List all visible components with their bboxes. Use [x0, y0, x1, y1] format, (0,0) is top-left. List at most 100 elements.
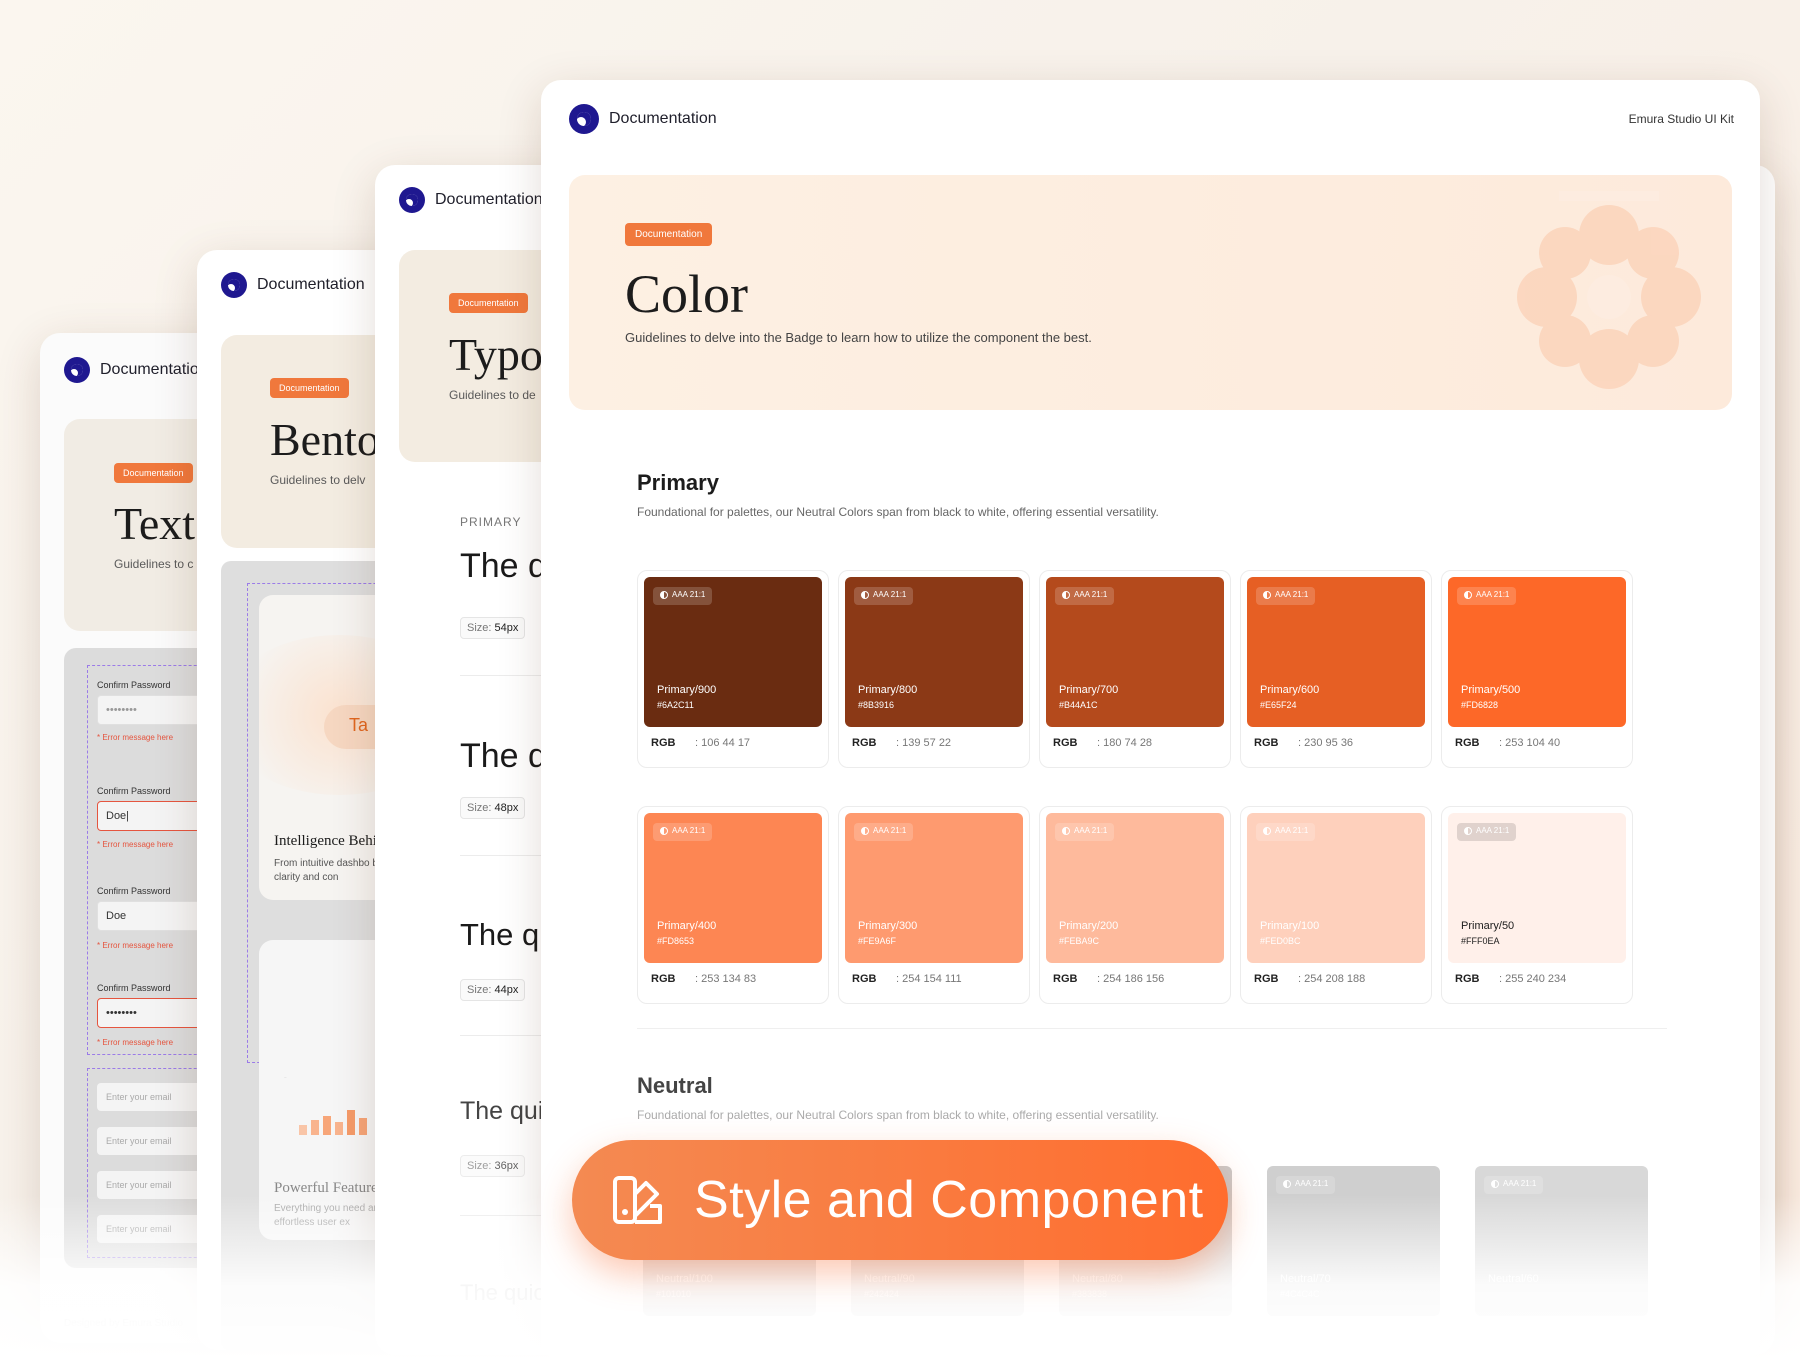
rgb-value-row: RGB: 106 44 17 [651, 737, 751, 749]
swatch-card[interactable]: AAA 21:1 Neutral/70 #4C4C4C [1267, 1166, 1452, 1360]
doc-badge: Documentation [270, 378, 349, 398]
logo-icon [221, 272, 247, 298]
hero-subtitle: Guidelines to delv [270, 473, 366, 487]
contrast-badge: AAA 21:1 [1484, 1176, 1544, 1194]
footer-credit: Designed by Emura Studio [64, 1318, 183, 1329]
nav-title[interactable]: Documentation [609, 110, 717, 128]
color-swatch: AAA 21:1 Primary/800 #8B3916 [845, 577, 1023, 727]
contrast-icon [1062, 591, 1070, 599]
rgb-value-row: RGB: 139 57 22 [852, 737, 952, 749]
contrast-icon [1283, 1180, 1291, 1188]
contrast-badge: AAA 21:1 [854, 587, 914, 605]
brand-name: Emura Studio UI Kit [1628, 112, 1734, 126]
swatch-name: Neutral/90 [864, 1273, 915, 1285]
color-swatch: AAA 21:1 Primary/50 #FFF0EA [1448, 813, 1626, 963]
swatch-hex: #383838 [1072, 1289, 1108, 1299]
color-swatch: AAA 21:1 Neutral/60 [1475, 1166, 1648, 1316]
swatch-hex: #B44A1C [1059, 700, 1098, 710]
contrast-icon [1491, 1180, 1499, 1188]
swatch-card[interactable]: AAA 21:1 Primary/600 #E65F24 RGB: 230 95 36 [1240, 570, 1432, 768]
error-text: * Error message here [97, 941, 174, 950]
logo-icon [64, 357, 90, 383]
swatch-name: Neutral/60 [1488, 1273, 1539, 1285]
swatch-name: Primary/500 [1461, 684, 1521, 696]
section-desc-neutral: Foundational for palettes, our Neutral C… [637, 1108, 1159, 1122]
field-label: Confirm Password [97, 886, 171, 896]
contrast-icon [1464, 591, 1472, 599]
error-text: * Error message here [97, 840, 174, 849]
hero-title: Color [625, 264, 749, 324]
doc-badge: Documentation [625, 223, 713, 246]
contrast-badge: AAA 21:1 [1055, 587, 1115, 605]
rgb-value-row: RGB: 254 154 111 [852, 973, 962, 985]
hero-banner: Documentation Color Guidelines to delve … [569, 175, 1732, 410]
contrast-badge: AAA 21:1 [1256, 587, 1316, 605]
hero-subtitle: Guidelines to de [449, 388, 536, 402]
swatch-card[interactable]: AAA 21:1 Primary/500 #FD6828 RGB: 253 104 4… [1441, 570, 1633, 768]
rgb-value-row: RGB: 253 134 83 [651, 973, 757, 985]
contrast-icon [861, 827, 869, 835]
contrast-icon [1263, 827, 1271, 835]
swatch-card[interactable]: AAA 21:1 Primary/900 #6A2C11 RGB: 106 44 17 [637, 570, 829, 768]
rgb-value-row: RGB: 230 95 36 [1254, 737, 1354, 749]
banner-text: Style and Component [694, 1171, 1204, 1229]
swatch-card[interactable]: AAA 21:1 Primary/100 #FED0BC RGB: 254 208 1… [1240, 806, 1432, 1004]
doc-badge: Documentation [449, 293, 528, 313]
size-chip: Size: 48px [460, 797, 526, 819]
rgb-value-row: RGB: 254 208 188 [1254, 973, 1366, 985]
nav-title: Documentation [100, 361, 208, 378]
swatch-name: Primary/700 [1059, 684, 1119, 696]
swatch-book-icon [613, 1176, 662, 1224]
error-text: * Error message here [97, 1038, 174, 1047]
logo-icon [399, 187, 425, 213]
size-chip: Size: 44px [460, 979, 526, 1001]
color-swatch: AAA 21:1 Primary/400 #FD8653 [644, 813, 822, 963]
swatch-card[interactable]: AAA 21:1 Primary/200 #FEBA9C RGB: 254 186 1… [1039, 806, 1231, 1004]
swatch-hex: #FD6828 [1461, 700, 1499, 710]
contrast-badge: AAA 21:1 [1457, 823, 1517, 841]
contrast-badge: AAA 21:1 [1276, 1176, 1336, 1194]
swatch-hex: #FD8653 [657, 936, 695, 946]
type-sample: The q [460, 547, 547, 585]
hero-subtitle: Guidelines to c [114, 557, 194, 571]
swatch-card[interactable]: AAA 21:1 Primary/50 #FFF0EA RGB: 255 240 23… [1441, 806, 1633, 1004]
swatch-card[interactable]: AAA 21:1 Neutral/60 [1475, 1166, 1660, 1360]
doc-badge: Documentation [114, 463, 193, 483]
swatch-hex: #101010 [656, 1289, 692, 1299]
swatch-hex: #FEBA9C [1059, 936, 1100, 946]
swatch-name: Neutral/70 [1280, 1273, 1331, 1285]
swatch-card[interactable]: AAA 21:1 Primary/700 #B44A1C RGB: 180 74 28 [1039, 570, 1231, 768]
rgb-value-row: RGB: 180 74 28 [1053, 737, 1153, 749]
swatch-card[interactable]: AAA 21:1 Primary/300 #FE9A6F RGB: 254 154 1… [838, 806, 1030, 1004]
swatch-hex: #6A2C11 [657, 700, 694, 710]
swatch-name: Primary/900 [657, 684, 717, 696]
nav-bar: Documentation [569, 104, 717, 134]
hero-title: Bento [270, 414, 380, 465]
color-swatch: AAA 21:1 Primary/500 #FD6828 [1448, 577, 1626, 727]
rgb-value-row: RGB: 253 104 40 [1455, 737, 1561, 749]
nav-bar: Documentation [399, 187, 543, 213]
swatch-card[interactable]: AAA 21:1 Primary/400 #FD8653 RGB: 253 134 8… [637, 806, 829, 1004]
field-label: Confirm Password [97, 983, 171, 993]
section-title-primary: Primary [637, 470, 719, 495]
contrast-badge: AAA 21:1 [1256, 823, 1316, 841]
section-divider [637, 1028, 1667, 1029]
contrast-icon [1464, 827, 1472, 835]
error-text: * Error message here [97, 733, 174, 742]
swatch-name: Primary/50 [1461, 920, 1515, 932]
swatch-card[interactable]: AAA 21:1 Primary/800 #8B3916 RGB: 139 57 22 [838, 570, 1030, 768]
logo-icon [569, 104, 599, 134]
contrast-badge: AAA 21:1 [653, 823, 713, 841]
swatch-hex: #FFF0EA [1461, 936, 1500, 946]
color-swatch: AAA 21:1 Primary/700 #B44A1C [1046, 577, 1224, 727]
contrast-badge: AAA 21:1 [1457, 587, 1517, 605]
section-label: PRIMARY [460, 515, 522, 529]
contrast-badge: AAA 21:1 [653, 587, 713, 605]
nav-title: Documentation [257, 276, 365, 293]
hero-subtitle: Guidelines to delve into the Badge to le… [625, 330, 1092, 345]
nav-bar: Documentation [64, 357, 208, 383]
rgb-value-row: RGB: 254 186 156 [1053, 973, 1165, 985]
field-label: Confirm Password [97, 680, 171, 690]
color-swatch: AAA 21:1 Primary/100 #FED0BC [1247, 813, 1425, 963]
swatch-hex: #242424 [864, 1289, 900, 1299]
